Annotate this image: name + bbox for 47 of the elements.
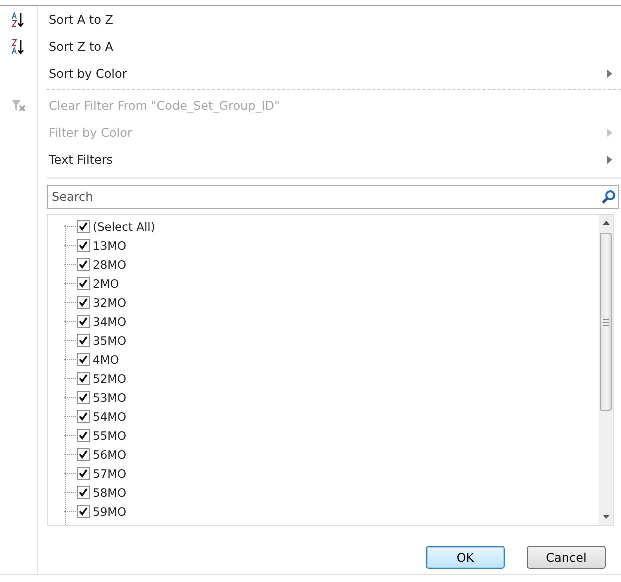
menu-item[interactable]: Sort A to Z — [38, 12, 603, 26]
value-label[interactable]: 58MO — [93, 486, 127, 500]
value-label[interactable]: 56MO — [93, 448, 127, 462]
checkbox[interactable] — [77, 277, 90, 290]
checkbox[interactable] — [77, 467, 90, 480]
checkbox[interactable] — [77, 296, 90, 309]
value-label[interactable]: 54MO — [93, 410, 127, 424]
menu-item[interactable]: Sort Z to A — [38, 40, 603, 54]
value-label[interactable]: 2MO — [93, 276, 120, 290]
value-label[interactable]: 4MO — [93, 352, 120, 366]
checkbox[interactable] — [77, 391, 90, 404]
checkbox[interactable] — [77, 258, 90, 271]
checkbox[interactable] — [77, 505, 90, 518]
checkbox[interactable] — [77, 486, 90, 499]
checkbox[interactable] — [77, 220, 90, 233]
search-field[interactable]: Search — [47, 185, 619, 209]
sort-ascending-icon — [11, 12, 27, 28]
sort-descending-icon — [11, 38, 27, 54]
ok-button[interactable]: OK — [426, 546, 505, 569]
clear-filter-icon — [11, 98, 27, 112]
value-label[interactable]: 35MO — [93, 334, 127, 348]
checkbox[interactable] — [77, 353, 90, 366]
value-label[interactable]: 53MO — [93, 390, 127, 404]
value-label[interactable]: 57MO — [93, 466, 127, 480]
value-label[interactable]: (Select All) — [93, 220, 156, 234]
value-label[interactable]: 55MO — [93, 428, 127, 442]
value-label[interactable]: 52MO — [93, 372, 127, 386]
checkbox[interactable] — [77, 448, 90, 461]
checkbox[interactable] — [77, 334, 90, 347]
search-icon — [602, 190, 616, 204]
checkbox[interactable] — [77, 239, 90, 252]
checkbox[interactable] — [77, 429, 90, 442]
scroll-down-icon[interactable] — [602, 515, 610, 519]
scrollbar[interactable] — [599, 215, 613, 525]
value-label[interactable]: 28MO — [93, 258, 127, 272]
value-label[interactable]: 13MO — [93, 238, 127, 252]
menu-item[interactable]: Text Filters — [38, 152, 603, 166]
cancel-button[interactable]: Cancel — [527, 546, 606, 569]
scroll-up-icon[interactable] — [602, 221, 610, 225]
value-label[interactable]: 32MO — [93, 296, 127, 310]
checkbox[interactable] — [77, 410, 90, 423]
checkbox[interactable] — [77, 372, 90, 385]
menu-item[interactable]: Sort by Color — [38, 66, 603, 80]
checkbox[interactable] — [77, 315, 90, 328]
scroll-thumb[interactable] — [600, 233, 612, 411]
value-label[interactable]: 59MO — [93, 504, 127, 518]
value-label[interactable]: 34MO — [93, 314, 127, 328]
